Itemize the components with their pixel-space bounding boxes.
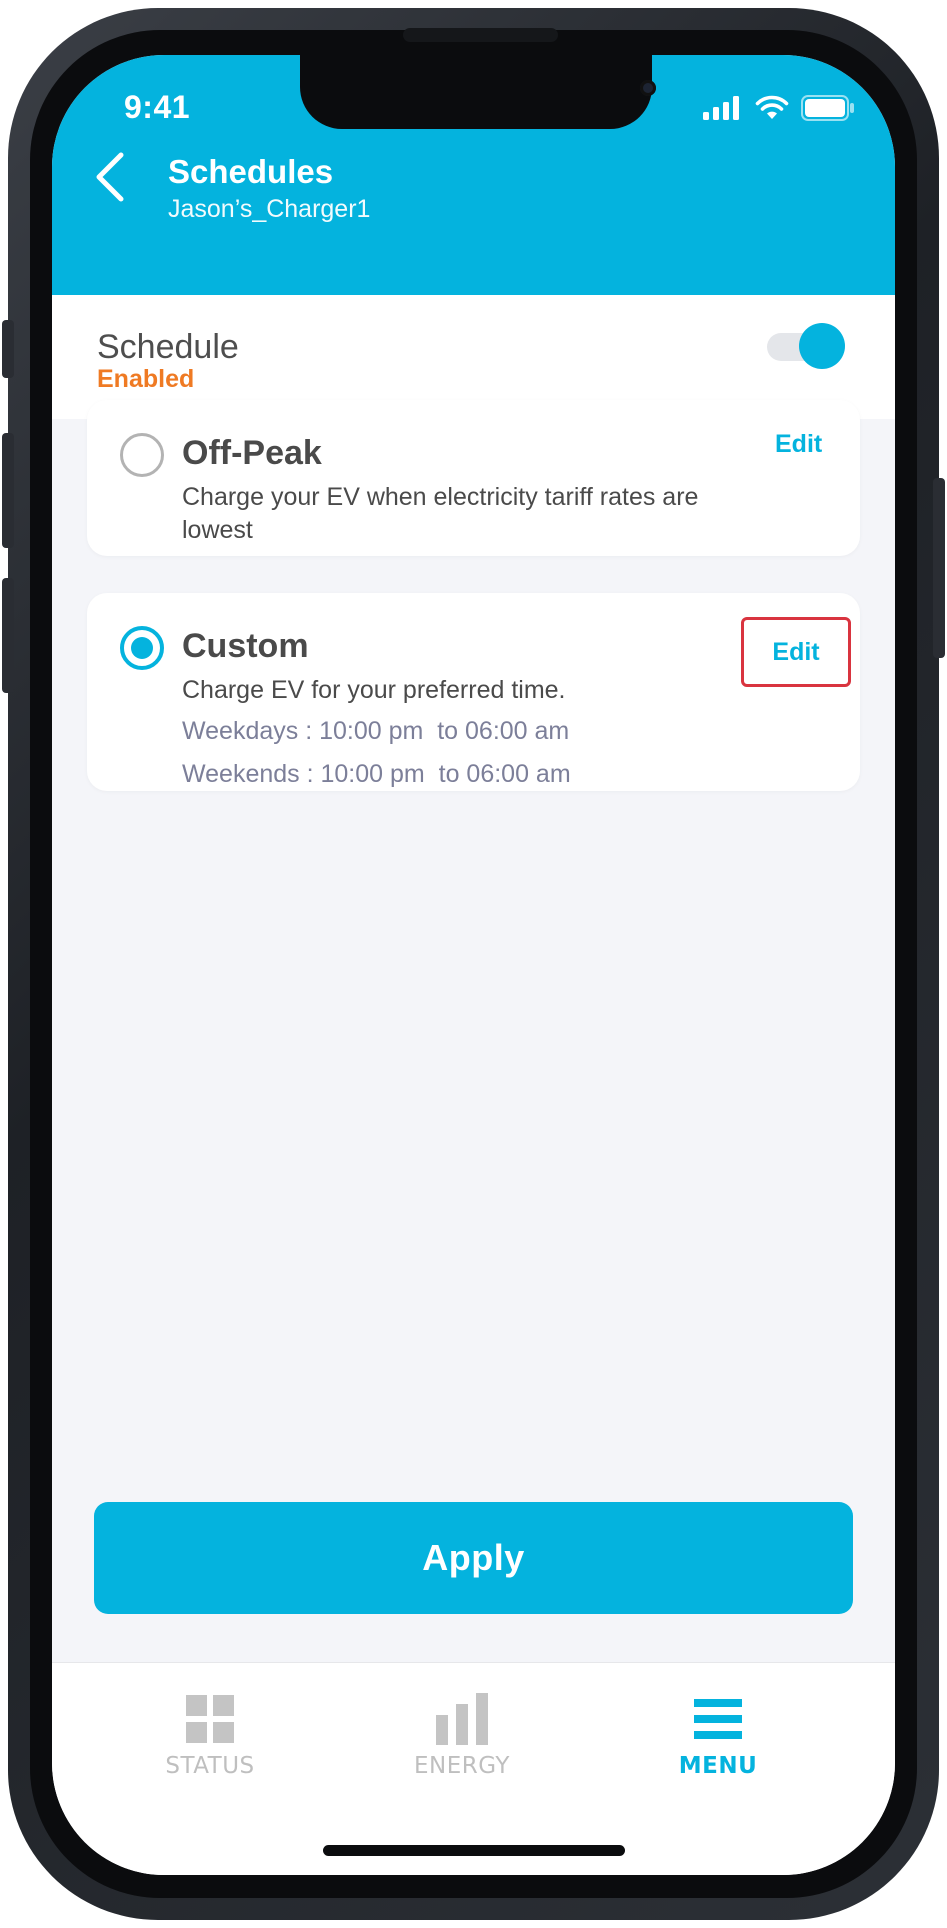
cellular-signal-icon (703, 96, 739, 120)
status-icons (703, 95, 855, 121)
battery-icon (801, 95, 854, 121)
off-peak-description: Charge your EV when electricity tariff r… (182, 483, 699, 544)
custom-weekends-time: Weekends : 10:00 pm to 06:00 am (182, 760, 571, 788)
off-peak-edit-link[interactable]: Edit (775, 430, 822, 459)
silent-switch (2, 320, 14, 378)
power-button (933, 478, 945, 658)
custom-edit-link[interactable]: Edit (772, 638, 819, 667)
custom-description: Charge EV for your preferred time. (182, 676, 566, 704)
custom-radio[interactable] (120, 626, 164, 670)
off-peak-radio[interactable] (120, 433, 164, 477)
schedule-toggle[interactable] (767, 323, 847, 369)
home-indicator[interactable] (323, 1845, 625, 1856)
apply-button[interactable]: Apply (94, 1502, 853, 1614)
radio-selected-dot (131, 637, 153, 659)
toggle-knob (799, 323, 845, 369)
charger-name: Jason’s_Charger1 (168, 195, 371, 223)
bottom-tab-bar: STATUS ENERGY MENU (52, 1662, 895, 1875)
wifi-icon (755, 95, 789, 119)
status-time: 9:41 (124, 89, 191, 125)
back-button[interactable] (80, 147, 140, 207)
header-bar: 9:41 Schedules Jason’s_Charger1 (52, 55, 895, 295)
speaker-grille (403, 28, 558, 42)
tab-menu[interactable]: MENU (618, 1663, 818, 1803)
app-screen: 9:41 Schedules Jason’s_Charger1 Schedule… (52, 55, 895, 1875)
tab-energy[interactable]: ENERGY (362, 1663, 562, 1803)
front-camera (640, 80, 656, 96)
tab-energy-label: ENERGY (414, 1753, 510, 1779)
custom-title: Custom (182, 627, 309, 665)
volume-down-button (2, 578, 14, 693)
grid-icon (180, 1693, 240, 1745)
chevron-left-icon (96, 152, 124, 202)
display-notch (300, 55, 656, 129)
tab-menu-label: MENU (678, 1753, 758, 1779)
schedule-label: Schedule (97, 328, 239, 366)
custom-weekdays-time: Weekdays : 10:00 pm to 06:00 am (182, 717, 570, 745)
option-card-custom[interactable]: Custom Charge EV for your preferred time… (87, 593, 860, 791)
option-card-off-peak[interactable]: Off-Peak Charge your EV when electricity… (87, 400, 860, 556)
volume-up-button (2, 433, 14, 548)
menu-icon (688, 1693, 748, 1745)
tab-status[interactable]: STATUS (110, 1663, 310, 1803)
bar-chart-icon (432, 1693, 492, 1745)
schedule-status: Enabled (97, 365, 195, 393)
page-title: Schedules (168, 153, 334, 190)
tab-status-label: STATUS (165, 1753, 255, 1779)
off-peak-title: Off-Peak (182, 434, 322, 472)
custom-edit-highlight[interactable]: Edit (741, 617, 851, 687)
